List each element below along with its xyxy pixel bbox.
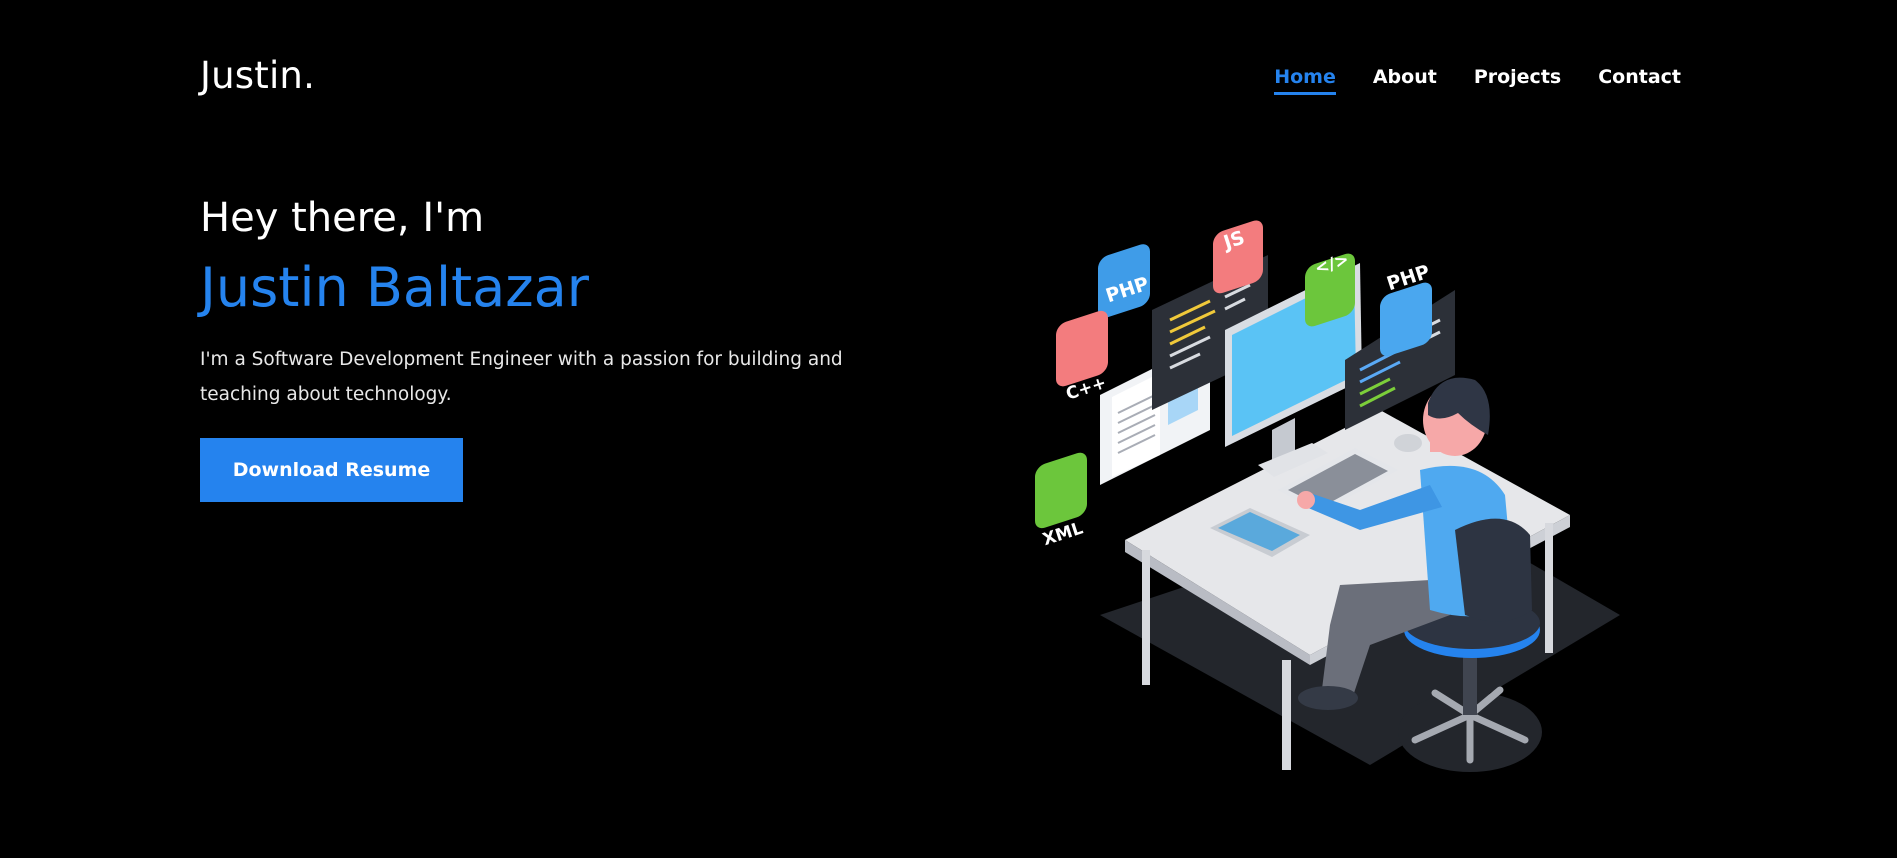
nav-link-projects[interactable]: Projects	[1474, 66, 1561, 95]
desk-leg	[1142, 550, 1150, 685]
hero-greeting: Hey there, I'm	[200, 195, 485, 241]
hero-section: Hey there, I'm Justin Baltazar I'm a Sof…	[200, 192, 880, 502]
php-tag-left: PHP	[1098, 244, 1152, 318]
nav-link-about[interactable]: About	[1373, 66, 1437, 95]
site-logo[interactable]: Justin.	[200, 54, 315, 97]
page: Justin. Home About Projects Contact Hey …	[0, 0, 1897, 858]
desk-leg	[1282, 660, 1291, 770]
person-hand	[1297, 491, 1315, 509]
person-shoe	[1298, 686, 1358, 710]
hero-tagline: I'm a Software Development Engineer with…	[200, 349, 843, 405]
hero-name: Justin Baltazar	[200, 256, 589, 319]
nav-link-contact[interactable]: Contact	[1598, 66, 1681, 95]
download-resume-button[interactable]: Download Resume	[200, 438, 463, 502]
cpp-tag: C++	[1056, 310, 1109, 405]
mouse	[1394, 434, 1422, 452]
main-nav: Home About Projects Contact	[1274, 66, 1681, 95]
nav-link-home[interactable]: Home	[1274, 66, 1336, 95]
xml-tag: XML	[1035, 452, 1087, 550]
developer-desk-illustration: PHP JS </> PHP C++ XML	[1035, 220, 1620, 772]
chair-back	[1455, 518, 1532, 622]
desk-leg	[1545, 523, 1553, 653]
